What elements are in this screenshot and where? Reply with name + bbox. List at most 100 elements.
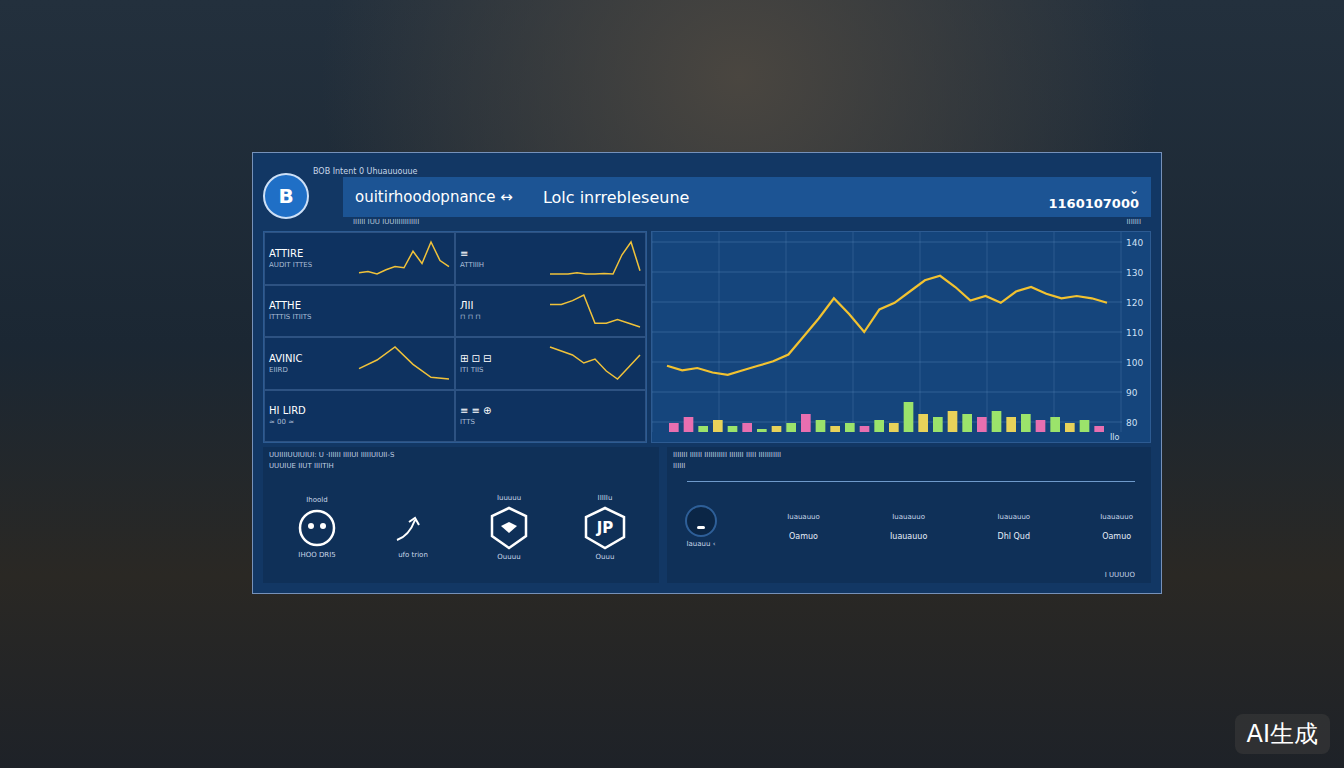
tile[interactable]: ⊞ ⊡ ⊟ITI TIIS [455,337,646,390]
menu-button[interactable]: ⌄ [1129,184,1139,196]
volume-bar [830,426,840,432]
logo-icon[interactable]: B [263,173,309,219]
action-top: Ihoold [306,496,327,505]
volume-bar [1080,420,1090,432]
tile-label: ЛII [460,300,481,311]
tile-note: ITI TIIS [460,366,492,374]
action-item[interactable]: Ihoold IHOO DRI5 [287,496,347,560]
stat-top: Iuauauuo [892,513,925,522]
volume-bar [742,423,752,432]
stat-top: Iuauauuo [1100,513,1133,522]
volume-bar [1050,417,1060,432]
volume-bar [918,414,928,432]
tile[interactable]: HI LIRD ≈ 00 ≈ [264,390,455,443]
action-item[interactable]: IIIIIuJPOuuu [575,494,635,562]
tile[interactable]: ЛII ⊓ ⊓ ⊓ [455,285,646,338]
footer-right: I UUUUO [1105,571,1145,579]
info-line: IIIIIII IIIIII IIIIIIIIIII IIIIIII IIIII… [673,451,1145,459]
volume-bar [860,426,870,432]
tile-grid: ATTIRE AUDIT ITTES ≡ATTIIIH ATTHE ITTTIS ITI… [263,231,647,443]
action-bottom: IHOO DRI5 [298,551,335,560]
action-item[interactable]: ufo trion [383,496,443,560]
stat: Iuauauuo Iuauauuo [890,513,927,541]
info-line: IIIIII [673,462,1145,470]
tile-label: ATTHE [269,300,312,311]
tile-note: EIIRD [269,366,302,374]
stat-top: Iuauauuo [787,513,820,522]
knob[interactable] [685,505,717,537]
tile-note: AUDIT ITTES [269,261,312,269]
tile[interactable]: ≡ATTIIIH [455,232,646,285]
axis-tick: 90 [1126,388,1138,398]
volume-bar [684,417,694,432]
axis-tick: 140 [1126,238,1143,248]
watermark: AI生成 [1235,714,1331,754]
info-line: UUIIIIUUIUIUI: U ·IIIIII IIIIUI IIIIIUIU… [269,451,653,459]
volume-bar [786,423,796,432]
action-top: IIIIIu [598,494,613,503]
grid [652,232,1122,432]
action-bottom: Ouuuu [497,553,520,562]
stat-bottom: Iuauauuo [890,532,927,541]
axis-tick: 110 [1126,328,1143,338]
tile[interactable]: AVINIC EIIRD [264,337,455,390]
tile-note: ITTS [460,418,492,426]
volume-bar [669,423,679,432]
tile-note: ITTTIS ITIITS [269,313,312,321]
dashboard-panel: BBOB Intent 0 Uhuauuouueouitirhoodopnanc… [252,152,1162,594]
chart-svg: 1401301201101009080Ilo [652,232,1151,442]
tile-label: HI LIRD [269,405,306,416]
header-caption: BOB Intent 0 Uhuauuouue [313,167,1151,177]
info-line: UUUIUE IIUT IIIITIH [269,462,653,470]
action-top: Iuuuuu [497,494,521,503]
x-label: Ilo [1110,433,1120,442]
action-item[interactable]: Iuuuuu Ouuuu [479,494,539,562]
volume-bar [1065,423,1075,432]
subtitle: Lolc inrrebleseune [543,188,689,207]
right-info: IIIIIII IIIIII IIIIIIIIIII IIIIIII IIIII… [673,451,1145,482]
tile-label: ATTIRE [269,248,312,259]
volume-bar [816,420,826,432]
tile-label: AVINIC [269,353,302,364]
shield-icon [489,506,529,550]
volume-bar [977,417,987,432]
volume-bar [845,423,855,432]
title-bar: ouitirhoodopnance ↔Lolc inrrebleseune⌄11… [343,177,1151,217]
volume-bar [728,426,738,432]
sub-left: IIIIII IUU IUUIIIIIIIIIIII [353,218,419,226]
sub-right: IIIIIII [1127,218,1141,226]
stat: Iuauauuo Oamuo [787,513,820,541]
sparkline [549,291,641,331]
volume-bar [801,414,811,432]
volume-bar [1094,426,1104,432]
action-bottom: Ouuu [596,553,615,562]
volume-bar [1036,420,1046,432]
tile[interactable]: ATTHE ITTTIS ITIITS [264,285,455,338]
background-photo: BBOB Intent 0 Uhuauuouueouitirhoodopnanc… [0,0,1344,768]
volume-bar [1006,417,1016,432]
volume-bar [1021,414,1031,432]
track [687,481,1135,482]
tile-label: ≡ [460,248,484,259]
stat-top: Iuauauuo [997,513,1030,522]
volume-bar [904,402,914,432]
volume-bar [992,411,1002,432]
arrow-icon [393,508,433,548]
tile[interactable]: ATTIRE AUDIT ITTES [264,232,455,285]
volume-bar [698,426,708,432]
stat-bottom: Oamuo [1102,532,1131,541]
header-value: 1160107000 [1049,196,1139,211]
tile-label: ≡ ≡ ⊕ [460,405,492,416]
volume-bar [757,429,767,432]
stat-bottom: Oamuo [789,532,818,541]
volume-bar [874,420,884,432]
stat-bottom: Dhl Qud [998,532,1030,541]
sparkline [358,238,450,278]
stat: Iuauauuo Dhl Qud [997,513,1030,541]
tile-note: ⊓ ⊓ ⊓ [460,313,481,321]
tile-note: ≈ 00 ≈ [269,418,306,426]
main-chart: 1401301201101009080Ilo [651,231,1151,443]
tile[interactable]: ≡ ≡ ⊕ ITTS [455,390,646,443]
volume-bar [889,423,899,432]
stat: Iuauauuo Oamuo [1100,513,1133,541]
